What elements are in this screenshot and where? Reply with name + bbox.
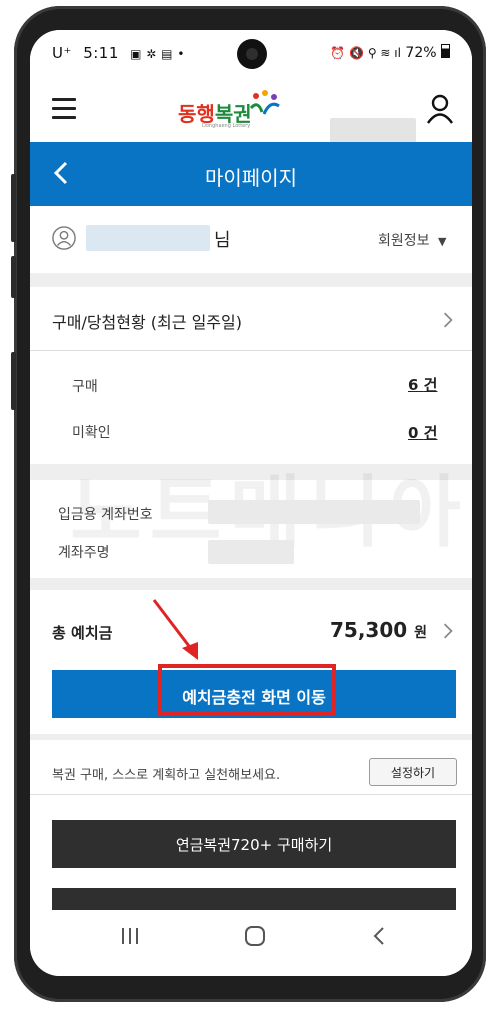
deposit-label: 총 예치금 bbox=[52, 624, 113, 642]
separator bbox=[30, 273, 472, 287]
front-camera bbox=[237, 39, 267, 69]
page-title-bar: 마이페이지 bbox=[30, 142, 472, 206]
profile-icon bbox=[52, 226, 76, 250]
screen: U⁺ 5:11 ▣ ✲ ▤ • ⏰ 🔇 ⚲ ≋ ıl 72% 동행복권 Dong… bbox=[30, 30, 472, 976]
logo[interactable]: 동행복권 Donghaeng Lottery bbox=[178, 90, 280, 129]
plan-text: 복권 구매, 스스로 계획하고 실천해보세요. bbox=[52, 768, 281, 783]
purchase-status-title: 구매/당첨현황 (최근 일주일) bbox=[52, 313, 242, 332]
account-number-label: 입금용 계좌번호 bbox=[58, 507, 153, 523]
purchase-count-value: 6 bbox=[408, 376, 419, 394]
recent-apps-icon[interactable] bbox=[119, 926, 141, 946]
deposit-row[interactable]: 총 예치금 75,300 원 bbox=[30, 590, 472, 660]
status-right: ⏰ 🔇 ⚲ ≋ ıl 72% bbox=[330, 44, 450, 61]
bixby-button bbox=[11, 256, 16, 298]
blurred-account-number bbox=[208, 500, 420, 524]
purchase-label: 구매 bbox=[72, 379, 98, 395]
deposit-value: 75,300 bbox=[330, 618, 408, 642]
pension-lottery-buy-button[interactable]: 연금복권720+ 구매하기 bbox=[52, 820, 456, 868]
chevron-right-icon bbox=[443, 623, 453, 639]
menu-icon[interactable] bbox=[52, 98, 76, 119]
member-info-label: 회원정보 bbox=[378, 233, 430, 249]
annotation-arrow bbox=[152, 599, 198, 660]
divider bbox=[30, 794, 472, 795]
divider bbox=[30, 350, 472, 351]
user-icon[interactable] bbox=[426, 94, 454, 124]
status-bar: U⁺ 5:11 ▣ ✲ ▤ • ⏰ 🔇 ⚲ ≋ ıl 72% bbox=[30, 30, 472, 76]
account-holder-label: 계좌주명 bbox=[58, 545, 110, 561]
battery-level: 72% bbox=[405, 45, 437, 61]
deposit-amount: 75,300 원 bbox=[330, 618, 427, 642]
separator bbox=[30, 734, 472, 740]
blurred-member-name bbox=[86, 225, 210, 251]
separator bbox=[30, 578, 472, 590]
blurred-account-holder bbox=[208, 540, 294, 564]
page-title: 마이페이지 bbox=[205, 166, 297, 190]
notification-icons: ▣ ✲ ▤ • bbox=[130, 47, 185, 61]
unchecked-count[interactable]: 0 건 bbox=[408, 422, 437, 443]
chevron-right-icon bbox=[443, 312, 453, 328]
unchecked-count-value: 0 bbox=[408, 424, 419, 442]
volume-button bbox=[11, 174, 16, 242]
system-nav-bar bbox=[30, 910, 472, 976]
pension-lottery-buy-label: 연금복권720+ 구매하기 bbox=[175, 836, 333, 854]
carrier: U⁺ bbox=[52, 44, 72, 62]
dropdown-triangle-icon: ▼ bbox=[437, 235, 447, 248]
settings-button-label: 설정하기 bbox=[390, 766, 436, 780]
time: 5:11 bbox=[83, 44, 119, 62]
side-button bbox=[11, 352, 16, 410]
purchase-count[interactable]: 6 건 bbox=[408, 374, 437, 395]
logo-subtitle: Donghaeng Lottery bbox=[202, 123, 251, 129]
back-nav-icon[interactable] bbox=[372, 926, 386, 946]
status-icons: ⏰ 🔇 ⚲ ≋ ıl bbox=[330, 46, 401, 60]
unchecked-count-unit: 건 bbox=[423, 424, 438, 442]
status-left: U⁺ 5:11 ▣ ✲ ▤ • bbox=[52, 44, 185, 62]
member-suffix: 님 bbox=[214, 230, 231, 251]
logo-figure-icon bbox=[249, 90, 280, 115]
purchase-status-header[interactable]: 구매/당첨현황 (최근 일주일) bbox=[30, 287, 472, 351]
settings-button[interactable]: 설정하기 bbox=[369, 758, 457, 786]
home-icon[interactable] bbox=[244, 925, 266, 947]
member-info-link[interactable]: 회원정보 ▼ bbox=[378, 230, 446, 250]
battery-icon bbox=[441, 44, 450, 58]
highlight-box bbox=[158, 664, 336, 716]
deposit-unit: 원 bbox=[414, 625, 428, 641]
purchase-count-unit: 건 bbox=[423, 376, 438, 394]
unchecked-label: 미확인 bbox=[72, 425, 111, 441]
app-header: 동행복권 Donghaeng Lottery bbox=[30, 76, 472, 150]
